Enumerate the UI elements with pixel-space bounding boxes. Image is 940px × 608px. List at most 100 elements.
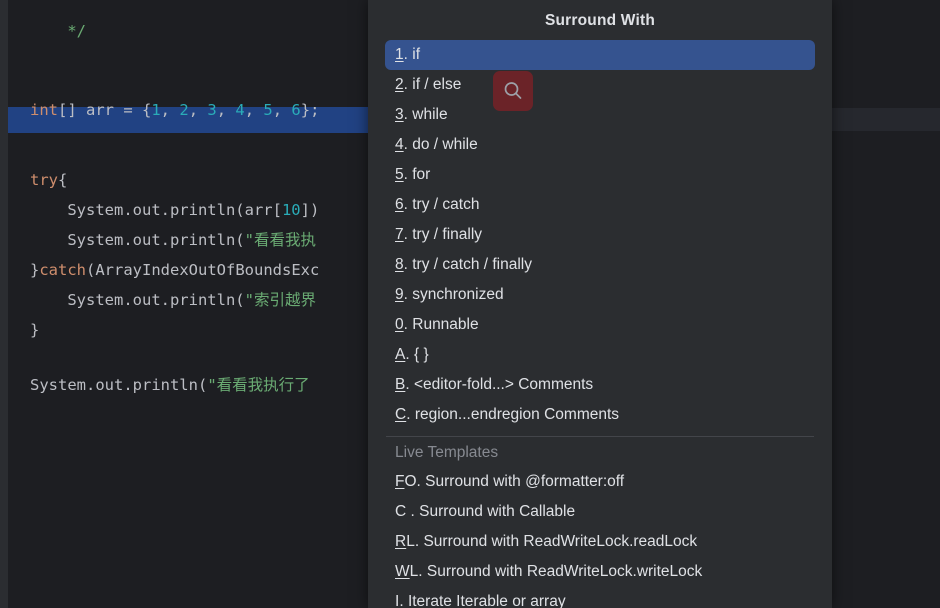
code-line-array-decl: int[] arr = {1, 2, 3, 4, 5, 6}; — [30, 101, 320, 119]
option-mnemonic-dot: . — [403, 286, 408, 303]
surround-option-do-while[interactable]: 4. do / while — [385, 130, 815, 160]
string-literal-3: " — [207, 376, 217, 394]
template-mnemonic: R — [395, 533, 407, 550]
string-literal-1: " — [244, 231, 254, 249]
template-mnemonic: W — [395, 563, 410, 580]
template-mnemonic-dot: . — [414, 533, 420, 550]
option-mnemonic: B — [395, 376, 406, 393]
template-mnemonic-dot: . — [418, 563, 423, 580]
surround-option-region-endregion-comments[interactable]: C. region...endregion Comments — [385, 400, 815, 430]
option-mnemonic-dot: . — [403, 46, 408, 63]
option-mnemonic-dot: . — [405, 376, 410, 393]
option-label: while — [412, 106, 448, 123]
surround-with-popup[interactable]: Surround With 1. if 2. if / else 3. while 4… — [368, 0, 832, 608]
option-mnemonic: 7 — [395, 226, 404, 243]
live-template-iterate-iterable-or-array[interactable]: I. Iterate Iterable or array — [385, 587, 815, 608]
surround-option-while[interactable]: 3. while — [385, 100, 815, 130]
template-mnemonic-dot: . — [410, 503, 415, 520]
option-label: if — [412, 46, 420, 63]
option-mnemonic: 8 — [395, 256, 404, 273]
catch-keyword: catch — [39, 261, 87, 279]
surround-option-synchronized[interactable]: 9. synchronized — [385, 280, 815, 310]
editor-gutter — [0, 0, 8, 608]
surround-option-if-else[interactable]: 2. if / else — [385, 70, 815, 100]
option-mnemonic-dot: . — [403, 166, 408, 183]
popup-title: Surround With — [544, 12, 656, 29]
option-mnemonic-dot: . — [403, 136, 408, 153]
option-mnemonic: A — [395, 346, 406, 363]
option-mnemonic: 2 — [395, 76, 404, 93]
array-value-6: 6 — [291, 101, 301, 119]
option-mnemonic: 6 — [395, 196, 404, 213]
type-keyword-int: int — [30, 101, 58, 119]
template-mnemonic-rest: L — [406, 533, 415, 550]
string-literal-2: " — [244, 291, 254, 309]
live-template-surround-with-readwritelock-readlock[interactable]: RL. Surround with ReadWriteLock.readLock — [385, 527, 815, 557]
surround-option-for[interactable]: 5. for — [385, 160, 815, 190]
option-label: try / catch / finally — [412, 256, 532, 273]
surround-option-try-catch-finally[interactable]: 8. try / catch / finally — [385, 250, 815, 280]
option-label: synchronized — [412, 286, 504, 303]
code-line-println-string-2: System.out.println("索引越界 — [30, 291, 316, 309]
surround-option-try-catch[interactable]: 6. try / catch — [385, 190, 815, 220]
code-line-println-arr: System.out.println(arr[10]) — [30, 201, 320, 219]
surround-option-if[interactable]: 1. if — [385, 40, 815, 70]
surround-option-editor-fold-comments[interactable]: B. <editor-fold...> Comments — [385, 370, 815, 400]
option-mnemonic-dot: . — [403, 196, 408, 213]
array-value-1: 1 — [151, 101, 161, 119]
option-mnemonic: 3 — [395, 106, 404, 123]
option-mnemonic: 1 — [395, 46, 404, 63]
option-label: do / while — [412, 136, 478, 153]
surround-options-list[interactable]: 1. if 2. if / else 3. while 4. do / while 5.… — [368, 40, 832, 430]
search-icon[interactable] — [493, 71, 533, 111]
template-mnemonic-rest: L — [409, 563, 419, 580]
option-mnemonic-dot: . — [403, 226, 408, 243]
option-mnemonic: 9 — [395, 286, 404, 303]
code-line-catch: }catch(ArrayIndexOutOfBoundsExc — [30, 261, 320, 279]
option-label: Runnable — [412, 316, 479, 333]
array-value-4: 4 — [235, 101, 245, 119]
code-line-println-string-1: System.out.println("看看我执 — [30, 231, 316, 249]
surround-option-[interactable]: A. { } — [385, 340, 815, 370]
template-mnemonic-dot: . — [399, 593, 404, 608]
option-label: region...endregion Comments — [414, 406, 620, 423]
option-mnemonic-dot: . — [403, 76, 408, 93]
option-mnemonic-dot: . — [405, 346, 410, 363]
option-label: for — [412, 166, 431, 183]
array-value-3: 3 — [207, 101, 217, 119]
template-mnemonic-rest: C — [395, 503, 411, 520]
live-template-surround-with-formatter-off[interactable]: FO. Surround with @formatter:off — [385, 467, 815, 497]
template-label: Surround with ReadWriteLock.readLock — [423, 533, 698, 550]
surround-option-try-finally[interactable]: 7. try / finally — [385, 220, 815, 250]
live-template-surround-with-callable[interactable]: C . Surround with Callable — [385, 497, 815, 527]
option-mnemonic: C — [395, 406, 407, 423]
template-label: Surround with ReadWriteLock.writeLock — [426, 563, 703, 580]
option-label: { } — [413, 346, 429, 363]
live-templates-list[interactable]: FO. Surround with @formatter:off C . Surr… — [368, 467, 832, 608]
template-mnemonic-rest: O — [404, 473, 417, 490]
template-mnemonic-dot: . — [416, 473, 421, 490]
template-label: Surround with @formatter:off — [425, 473, 625, 490]
option-label: <editor-fold...> Comments — [413, 376, 594, 393]
live-templates-group-label: Live Templates — [395, 444, 499, 461]
code-line-println-string-3: System.out.println("看看我执行了 — [30, 376, 310, 394]
option-mnemonic: 5 — [395, 166, 404, 183]
code-line-close-brace: } — [30, 321, 40, 339]
array-value-2: 2 — [179, 101, 189, 119]
option-mnemonic-dot: . — [403, 256, 408, 273]
try-keyword: try — [30, 171, 58, 189]
code-line-comment-end: */ — [30, 0, 86, 76]
option-mnemonic: 4 — [395, 136, 404, 153]
option-mnemonic-dot: . — [403, 106, 408, 123]
option-mnemonic-dot: . — [406, 406, 411, 423]
array-index-literal: 10 — [281, 201, 301, 219]
template-label: Iterate Iterable or array — [407, 593, 566, 608]
option-mnemonic: 0 — [395, 316, 404, 333]
option-label: try / finally — [412, 226, 483, 243]
array-value-5: 5 — [263, 101, 273, 119]
option-mnemonic-dot: . — [403, 316, 408, 333]
live-template-surround-with-readwritelock-writelock[interactable]: WL. Surround with ReadWriteLock.writeLoc… — [385, 557, 815, 587]
comment-token: */ — [67, 22, 86, 40]
template-label: Surround with Callable — [419, 503, 576, 520]
surround-option-runnable[interactable]: 0. Runnable — [385, 310, 815, 340]
